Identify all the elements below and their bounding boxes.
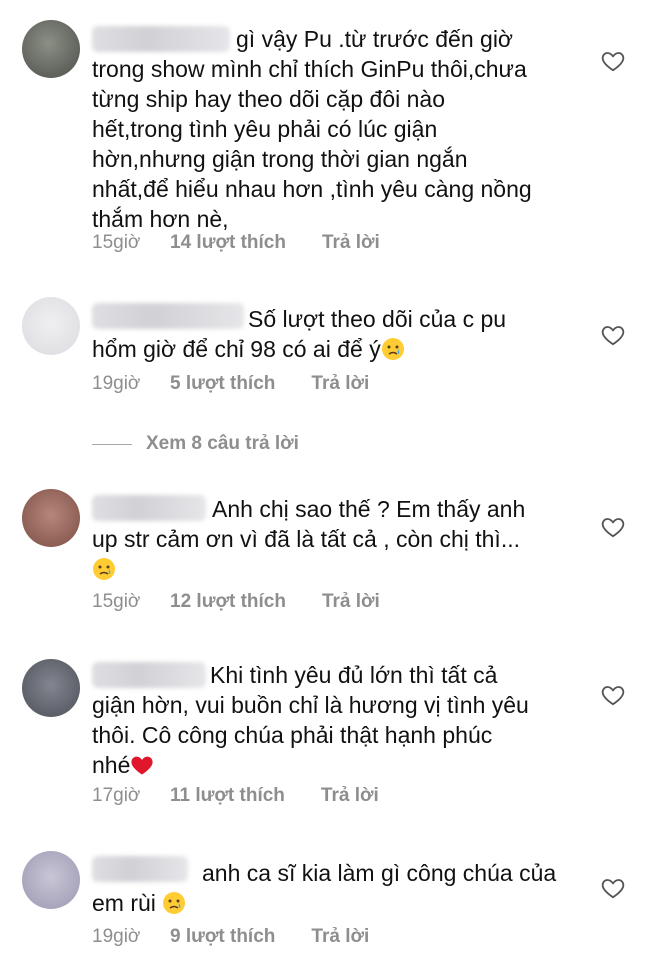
comment-text: Anh chị sao thế ? Em thấy anh up str cảm…	[92, 494, 562, 584]
comment-text-content: Khi tình yêu đủ lớn thì tất cả giận hờn,…	[92, 662, 529, 778]
heart-outline-icon[interactable]	[600, 514, 626, 540]
comment-meta: 19giờ 5 lượt thích Trả lời	[92, 373, 369, 395]
reply-button[interactable]: Trả lời	[321, 785, 379, 807]
comment-time: 15giờ	[92, 232, 141, 253]
likes-count[interactable]: 5 lượt thích	[170, 373, 275, 395]
avatar[interactable]	[22, 20, 80, 78]
comment-text: Khi tình yêu đủ lớn thì tất cả giận hờn,…	[92, 660, 562, 780]
comment-meta: 15giờ 12 lượt thích Trả lời	[92, 591, 380, 613]
divider-line	[92, 443, 132, 445]
avatar[interactable]	[22, 659, 80, 717]
heart-outline-icon[interactable]	[600, 875, 626, 901]
crying-face-icon	[93, 558, 115, 580]
comment-text-content: Số lượt theo dõi của c pu hổm giờ để chỉ…	[92, 306, 507, 362]
heart-outline-icon[interactable]	[600, 682, 626, 708]
likes-count[interactable]: 11 lượt thích	[170, 785, 285, 807]
comment-text: gì vậy Pu .từ trước đến giờ trong show m…	[92, 26, 532, 232]
comment-time: 17giờ	[92, 785, 141, 806]
comment-text: anh ca sĩ kia làm gì công chúa của em rù…	[92, 858, 562, 918]
likes-count[interactable]: 9 lượt thích	[170, 926, 275, 948]
comment-text-content: Anh chị sao thế ? Em thấy anh up str cảm…	[92, 496, 526, 552]
avatar[interactable]	[22, 297, 80, 355]
red-heart-icon	[131, 756, 153, 775]
avatar[interactable]	[22, 489, 80, 547]
comment-text: Số lượt theo dõi của c pu hổm giờ để chỉ…	[92, 304, 562, 364]
comment-time: 15giờ	[92, 591, 141, 612]
comment-time: 19giờ	[92, 373, 141, 394]
reply-button[interactable]: Trả lời	[322, 591, 380, 613]
heart-outline-icon[interactable]	[600, 322, 626, 348]
reply-button[interactable]: Trả lời	[322, 232, 380, 254]
reply-button[interactable]: Trả lời	[311, 926, 369, 948]
comment-meta: 17giờ 11 lượt thích Trả lời	[92, 785, 379, 807]
view-replies-button[interactable]: Xem 8 câu trả lời	[92, 433, 299, 455]
heart-outline-icon[interactable]	[600, 48, 626, 74]
likes-count[interactable]: 12 lượt thích	[170, 591, 286, 613]
likes-count[interactable]: 14 lượt thích	[170, 232, 286, 254]
crying-face-icon	[163, 892, 186, 914]
comment-meta: 19giờ 9 lượt thích Trả lời	[92, 926, 369, 948]
comment-time: 19giờ	[92, 926, 141, 947]
comment-meta: 15giờ 14 lượt thích Trả lời	[92, 232, 380, 254]
reply-button[interactable]: Trả lời	[311, 373, 369, 395]
view-replies-label: Xem 8 câu trả lời	[146, 433, 299, 454]
crying-face-icon	[381, 338, 404, 360]
avatar[interactable]	[22, 851, 80, 909]
